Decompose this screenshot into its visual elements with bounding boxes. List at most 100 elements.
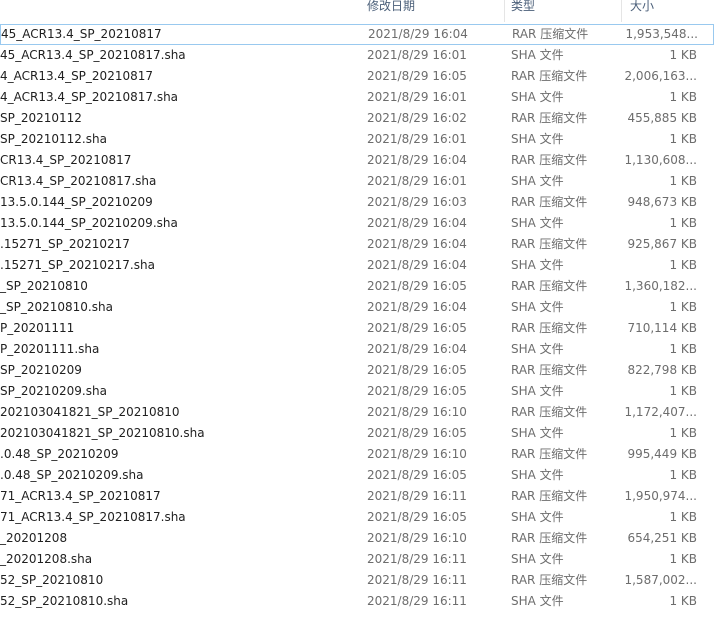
file-date: 2021/8/29 16:10 [367,405,467,419]
file-size: 1,130,608... [624,153,697,167]
file-name: 52_SP_20210810 [0,573,104,587]
file-size: 710,114 KB [627,321,697,335]
file-type: SHA 文件 [511,468,564,482]
file-date: 2021/8/29 16:11 [367,594,467,608]
file-name: SP_20210209.sha [0,384,107,398]
file-date: 2021/8/29 16:01 [367,132,467,146]
file-name: _20201208 [0,531,68,545]
file-date: 2021/8/29 16:05 [367,426,467,440]
file-name: 45_ACR13.4_SP_20210817 [1,27,162,41]
file-name: 202103041821_SP_20210810 [0,405,180,419]
file-row[interactable]: 71_ACR13.4_SP_20210817.sha 2021/8/29 16:0… [0,507,714,528]
file-row[interactable]: .15271_SP_20210217 2021/8/29 16:04 RAR 压缩文… [0,234,714,255]
file-row[interactable]: CR13.4_SP_20210817 2021/8/29 16:04 RAR 压缩文… [0,150,714,171]
file-row[interactable]: .15271_SP_20210217.sha 2021/8/29 16:04 SHA… [0,255,714,276]
file-size: 1 KB [669,300,697,314]
file-name: 45_ACR13.4_SP_20210817.sha [0,48,186,62]
file-date: 2021/8/29 16:05 [367,321,467,335]
file-size: 1,172,407... [624,405,697,419]
file-name: SP_20210112 [0,111,82,125]
file-name: P_20201111 [0,321,75,335]
file-row[interactable]: SP_20210112.sha 2021/8/29 16:01 SHA 文件 1 KB [0,129,714,150]
file-row[interactable]: SP_20210209.sha 2021/8/29 16:05 SHA 文件 1 KB [0,381,714,402]
file-row[interactable]: SP_20210112 2021/8/29 16:02 RAR 压缩文件 455,88… [0,108,714,129]
file-size: 1,953,548... [625,27,698,41]
file-type: RAR 压缩文件 [511,531,588,545]
file-size: 1 KB [669,90,697,104]
file-type: SHA 文件 [511,552,564,566]
file-size: 1 KB [669,48,697,62]
file-date: 2021/8/29 16:02 [367,111,467,125]
file-row[interactable]: _SP_20210810 2021/8/29 16:05 RAR 压缩文件 1,360… [0,276,714,297]
file-row[interactable]: SP_20210209 2021/8/29 16:05 RAR 压缩文件 822,79… [0,360,714,381]
file-type: SHA 文件 [511,594,564,608]
file-name: 52_SP_20210810.sha [0,594,129,608]
file-name: 13.5.0.144_SP_20210209 [0,195,153,209]
file-name: .15271_SP_20210217 [0,237,130,251]
file-date: 2021/8/29 16:01 [367,48,467,62]
file-size: 1 KB [669,132,697,146]
file-row[interactable]: 4_ACR13.4_SP_20210817.sha 2021/8/29 16:01… [0,87,714,108]
file-row[interactable]: CR13.4_SP_20210817.sha 2021/8/29 16:01 SHA… [0,171,714,192]
file-date: 2021/8/29 16:05 [367,510,467,524]
file-row[interactable]: P_20201111 2021/8/29 16:05 RAR 压缩文件 710,114… [0,318,714,339]
file-date: 2021/8/29 16:05 [367,69,467,83]
file-date: 2021/8/29 16:01 [367,90,467,104]
file-row[interactable]: 52_SP_20210810.sha 2021/8/29 16:11 SHA 文件 1… [0,591,714,612]
file-date: 2021/8/29 16:11 [367,552,467,566]
column-header-date[interactable]: 修改日期 [360,0,505,22]
file-name: .0.48_SP_20210209.sha [0,468,144,482]
file-date: 2021/8/29 16:03 [367,195,467,209]
file-name: .0.48_SP_20210209 [0,447,119,461]
file-type: RAR 压缩文件 [511,489,588,503]
file-row[interactable]: .0.48_SP_20210209 2021/8/29 16:10 RAR 压缩文件… [0,444,714,465]
file-date: 2021/8/29 16:04 [368,27,468,41]
file-list: 45_ACR13.4_SP_20210817 2021/8/29 16:04 RAR… [0,24,714,612]
column-divider[interactable] [621,0,622,22]
file-row[interactable]: _20201208 2021/8/29 16:10 RAR 压缩文件 654,251 … [0,528,714,549]
file-type: SHA 文件 [511,48,564,62]
file-row[interactable]: 45_ACR13.4_SP_20210817 2021/8/29 16:04 RAR… [0,24,714,45]
file-size: 1,587,002... [624,573,697,587]
file-date: 2021/8/29 16:05 [367,384,467,398]
file-row[interactable]: P_20201111.sha 2021/8/29 16:04 SHA 文件 1 KB [0,339,714,360]
file-row[interactable]: 52_SP_20210810 2021/8/29 16:11 RAR 压缩文件 1,5… [0,570,714,591]
file-row[interactable]: .0.48_SP_20210209.sha 2021/8/29 16:05 SHA … [0,465,714,486]
file-row[interactable]: 13.5.0.144_SP_20210209.sha 2021/8/29 16:0… [0,213,714,234]
file-row[interactable]: 71_ACR13.4_SP_20210817 2021/8/29 16:11 RAR… [0,486,714,507]
file-date: 2021/8/29 16:04 [367,216,467,230]
file-size: 948,673 KB [627,195,697,209]
file-type: RAR 压缩文件 [511,195,588,209]
file-name: 71_ACR13.4_SP_20210817 [0,489,161,503]
file-name: 4_ACR13.4_SP_20210817 [0,69,153,83]
file-name: SP_20210209 [0,363,82,377]
file-name: _SP_20210810.sha [0,300,113,314]
file-date: 2021/8/29 16:05 [367,363,467,377]
file-type: SHA 文件 [511,132,564,146]
file-type: SHA 文件 [511,216,564,230]
file-size: 1 KB [669,594,697,608]
file-row[interactable]: _20201208.sha 2021/8/29 16:11 SHA 文件 1 KB [0,549,714,570]
column-header-type[interactable]: 类型 [504,0,621,22]
file-row[interactable]: 45_ACR13.4_SP_20210817.sha 2021/8/29 16:0… [0,45,714,66]
file-size: 1 KB [669,384,697,398]
file-row[interactable]: 202103041821_SP_20210810.sha 2021/8/29 16… [0,423,714,444]
file-row[interactable]: 13.5.0.144_SP_20210209 2021/8/29 16:03 RAR… [0,192,714,213]
file-type: SHA 文件 [511,300,564,314]
file-size: 1 KB [669,552,697,566]
file-date: 2021/8/29 16:10 [367,447,467,461]
file-size: 1 KB [669,342,697,356]
file-size: 1 KB [669,426,697,440]
file-type: RAR 压缩文件 [511,279,588,293]
file-row[interactable]: 202103041821_SP_20210810 2021/8/29 16:10 R… [0,402,714,423]
file-name: _SP_20210810 [0,279,88,293]
file-name: 71_ACR13.4_SP_20210817.sha [0,510,186,524]
file-row[interactable]: 4_ACR13.4_SP_20210817 2021/8/29 16:05 RAR … [0,66,714,87]
file-type: SHA 文件 [511,174,564,188]
file-date: 2021/8/29 16:10 [367,531,467,545]
column-header-size[interactable]: 大小 [623,0,714,22]
file-date: 2021/8/29 16:04 [367,237,467,251]
file-size: 2,006,163... [624,69,697,83]
file-type: SHA 文件 [511,426,564,440]
file-row[interactable]: _SP_20210810.sha 2021/8/29 16:04 SHA 文件 1 K… [0,297,714,318]
